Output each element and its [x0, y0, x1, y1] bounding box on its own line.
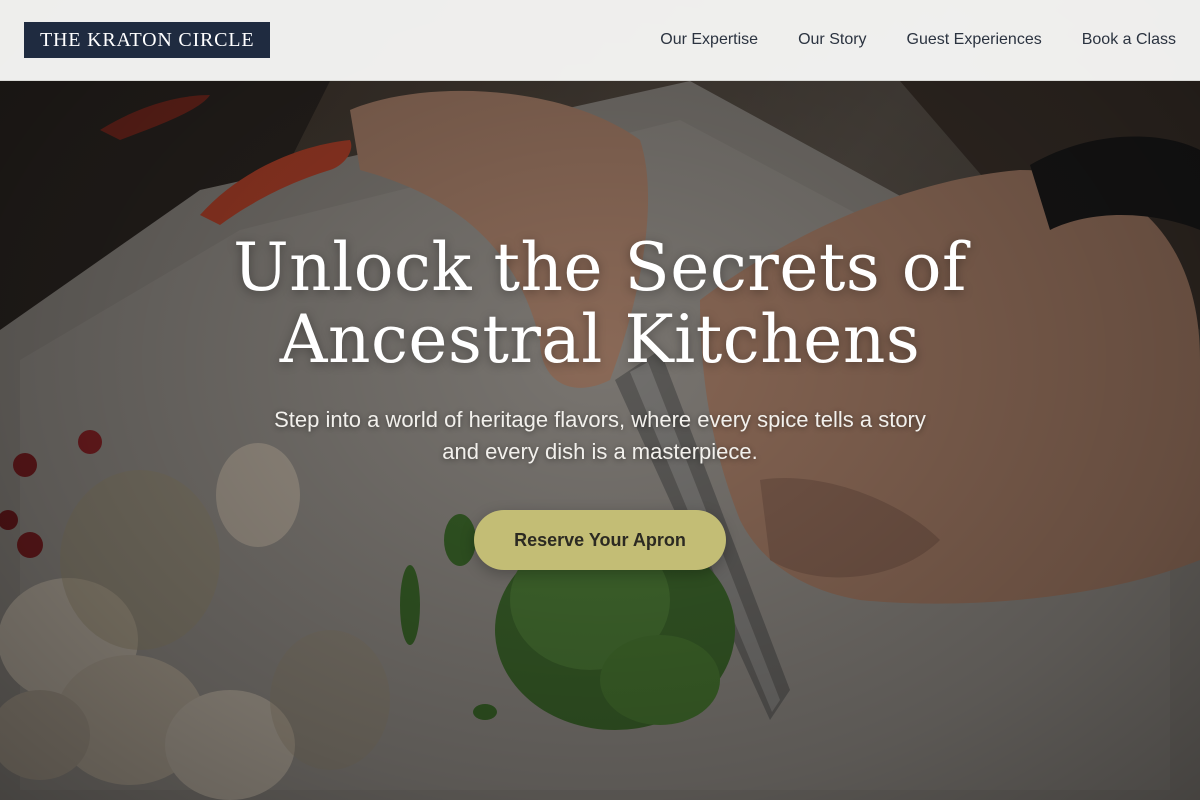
hero-title: Unlock the Secrets of Ancestral Kitchens: [0, 232, 1200, 376]
hero-subtitle: Step into a world of heritage flavors, w…: [274, 407, 926, 464]
nav-link-book-a-class[interactable]: Book a Class: [1082, 31, 1176, 49]
nav-link-our-expertise[interactable]: Our Expertise: [660, 31, 758, 49]
reserve-apron-button[interactable]: Reserve Your Apron: [474, 510, 726, 570]
hero-title-line-2: Ancestral Kitchens: [279, 301, 921, 378]
site-header: THE KRATON CIRCLE Our Expertise Our Stor…: [0, 0, 1200, 81]
hero-content: Unlock the Secrets of Ancestral Kitchens…: [0, 232, 1200, 570]
hero-title-line-1: Unlock the Secrets of: [233, 229, 967, 306]
brand-logo[interactable]: THE KRATON CIRCLE: [24, 22, 271, 58]
main-nav: Our Expertise Our Story Guest Experience…: [660, 31, 1176, 49]
nav-link-guest-experiences[interactable]: Guest Experiences: [907, 31, 1042, 49]
nav-link-our-story[interactable]: Our Story: [798, 31, 866, 49]
